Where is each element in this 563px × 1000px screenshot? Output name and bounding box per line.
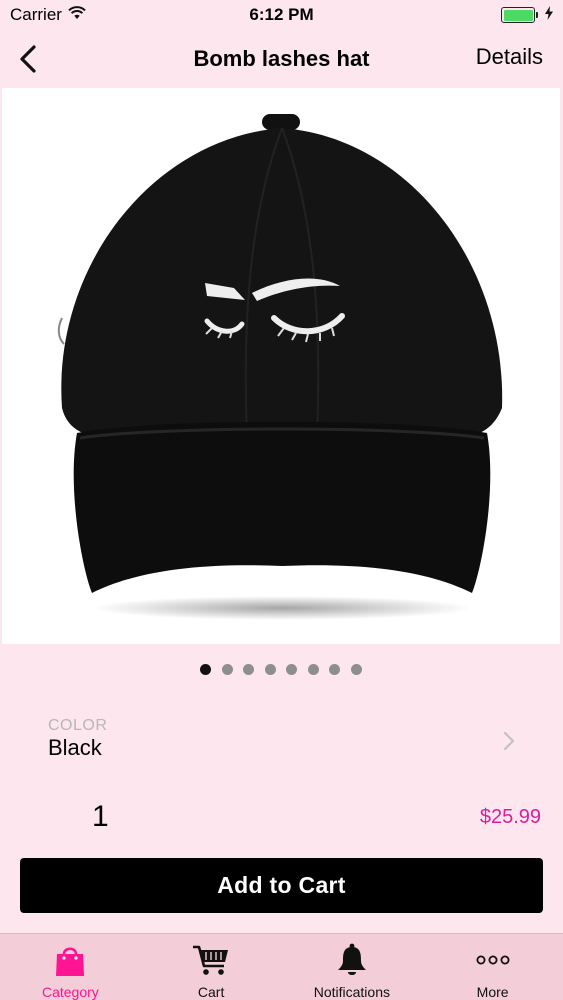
chevron-right-icon bbox=[499, 726, 519, 756]
product-image[interactable] bbox=[2, 88, 560, 644]
page-dot[interactable] bbox=[264, 664, 276, 675]
tab-label: More bbox=[476, 984, 509, 1000]
status-right bbox=[501, 5, 553, 25]
add-to-cart-button[interactable]: Add to Cart bbox=[20, 858, 543, 913]
page-dot[interactable] bbox=[243, 664, 254, 675]
page-dot[interactable] bbox=[307, 664, 319, 675]
page-dot[interactable] bbox=[200, 664, 211, 675]
more-icon bbox=[474, 942, 512, 978]
status-left: Carrier bbox=[10, 5, 86, 25]
tab-bar: Category Cart Notifications More bbox=[0, 933, 563, 1000]
tab-notifications[interactable]: Notifications bbox=[282, 934, 423, 1000]
nav-bar: Bomb lashes hat Details bbox=[0, 30, 563, 88]
charging-icon bbox=[545, 5, 553, 25]
page-dot[interactable] bbox=[286, 664, 297, 675]
tab-label: Cart bbox=[197, 984, 225, 1000]
price-label: $25.99 bbox=[479, 806, 541, 828]
wifi-icon bbox=[68, 5, 86, 25]
tab-label: Category bbox=[41, 984, 99, 1000]
hat-illustration bbox=[57, 114, 503, 620]
back-button[interactable] bbox=[12, 42, 44, 76]
battery-icon bbox=[501, 7, 538, 23]
carrier-label: Carrier bbox=[10, 5, 62, 24]
page-dot[interactable] bbox=[221, 664, 233, 675]
tab-label: Notifications bbox=[313, 984, 390, 1000]
shopping-bag-icon bbox=[51, 942, 89, 978]
color-value: Black bbox=[48, 735, 102, 760]
gallery-page-indicator[interactable] bbox=[0, 664, 563, 678]
details-button[interactable]: Details bbox=[476, 44, 543, 70]
tab-more[interactable]: More bbox=[422, 934, 563, 1000]
page-dot[interactable] bbox=[350, 664, 362, 675]
page-title: Bomb lashes hat bbox=[193, 46, 370, 71]
color-selector[interactable]: COLOR Black bbox=[0, 712, 563, 768]
tab-category[interactable]: Category bbox=[0, 934, 141, 1000]
color-label: COLOR bbox=[48, 717, 108, 734]
chevron-left-icon bbox=[20, 45, 36, 73]
cart-icon bbox=[192, 942, 230, 978]
tab-cart[interactable]: Cart bbox=[141, 934, 282, 1000]
quantity-value[interactable]: 1 bbox=[92, 800, 109, 834]
status-bar: Carrier 6:12 PM bbox=[0, 0, 563, 30]
bell-icon bbox=[333, 942, 371, 978]
page-dot[interactable] bbox=[329, 664, 340, 675]
